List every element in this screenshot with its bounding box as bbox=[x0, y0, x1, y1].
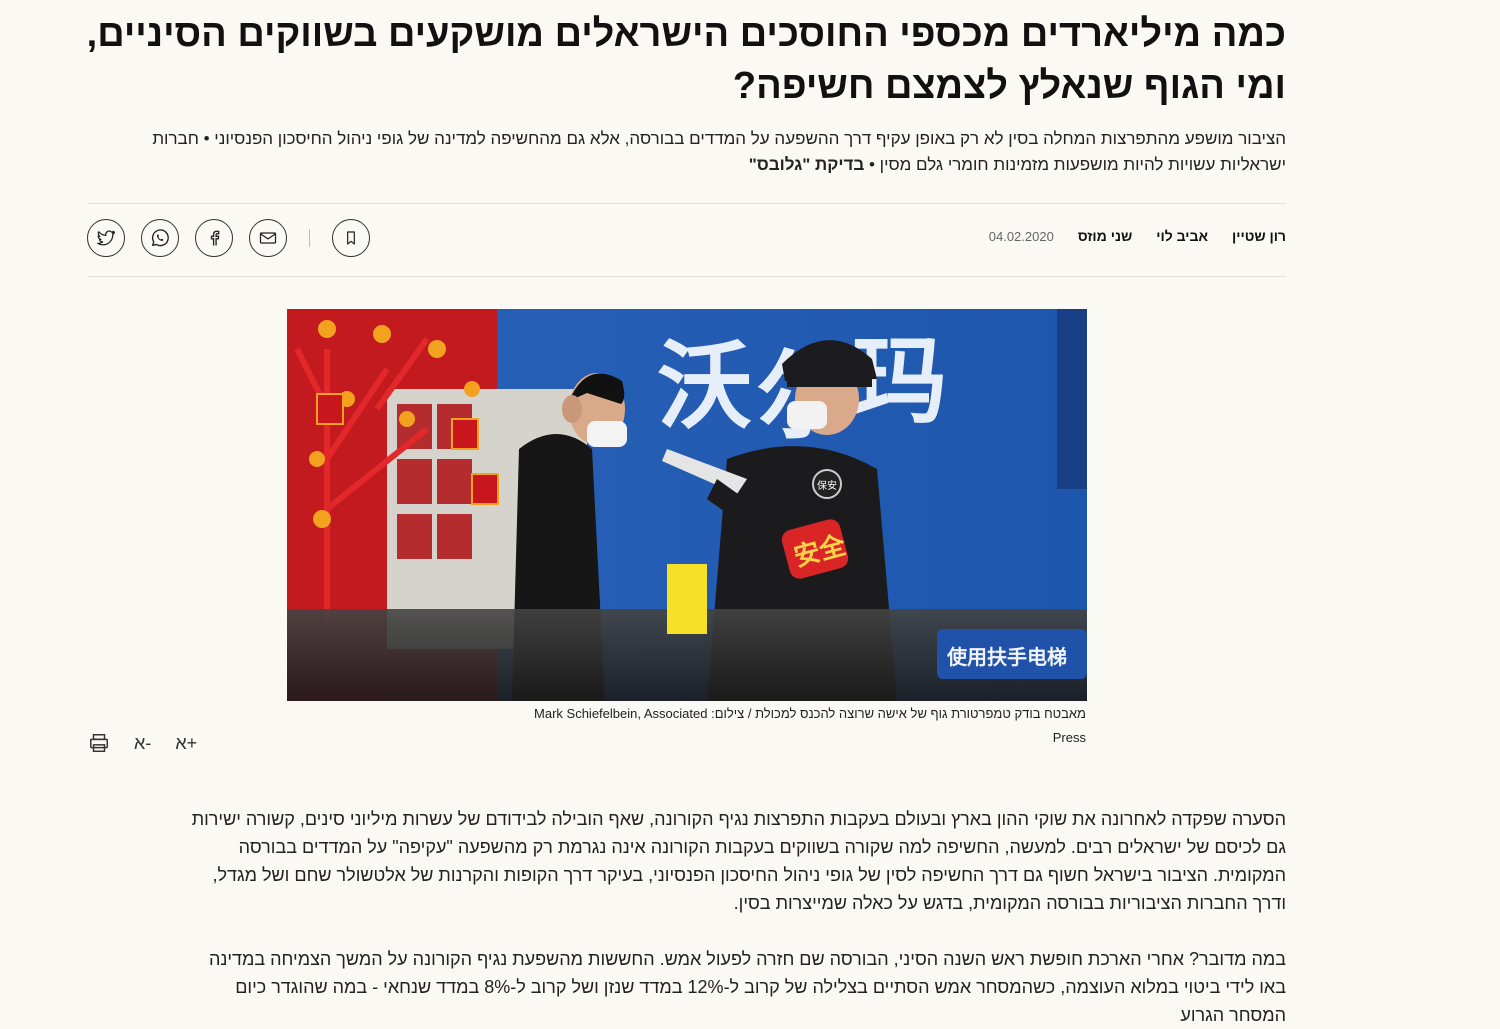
font-increase-button[interactable]: א+ bbox=[175, 733, 197, 754]
article-paragraph: הסערה שפקדה לאחרונה את שוקי ההון בארץ וב… bbox=[191, 809, 1286, 913]
author-link[interactable]: רון שטיין bbox=[1232, 228, 1286, 244]
divider-top bbox=[87, 203, 1286, 204]
facebook-icon bbox=[210, 230, 220, 246]
article-tools: א- א+ bbox=[88, 732, 197, 754]
author-link[interactable]: שני מוזס bbox=[1078, 228, 1132, 244]
print-button[interactable] bbox=[88, 732, 110, 754]
subtitle-text: הציבור מושפע מהתפרצות המחלה בסין לא רק ב… bbox=[152, 129, 1286, 174]
article-photo: 沃 尔 玛 安全 保安 使用扶手电梯 bbox=[287, 309, 1087, 701]
print-icon bbox=[90, 734, 108, 752]
save-article-button[interactable] bbox=[332, 219, 370, 257]
twitter-icon bbox=[97, 230, 116, 246]
twitter-share-button[interactable] bbox=[87, 219, 125, 257]
headline-line-2: ומי הגוף שנאלץ לצמצם חשיפה? bbox=[732, 65, 1286, 107]
article-headline: כמה מיליארדים מכספי החוסכים הישראלים מוש… bbox=[86, 8, 1286, 112]
font-decrease-button[interactable]: א- bbox=[134, 733, 151, 754]
whatsapp-share-button[interactable] bbox=[141, 219, 179, 257]
share-separator bbox=[309, 229, 310, 247]
bookmark-icon bbox=[347, 231, 355, 245]
headline-line-1: כמה מיליארדים מכספי החוסכים הישראלים מוש… bbox=[86, 13, 1286, 55]
divider-bottom bbox=[87, 276, 1286, 277]
author-link[interactable]: אביב לוי bbox=[1156, 228, 1208, 244]
photo-caption: מאבטח בודק טמפרטורת גוף של אישה שרוצה לה… bbox=[534, 706, 1086, 745]
guard-badge-text: 保安 bbox=[817, 479, 837, 492]
publish-date: 04.02.2020 bbox=[988, 228, 1054, 244]
photo-image: 沃 尔 玛 安全 保安 使用扶手电梯 bbox=[287, 309, 1087, 701]
whatsapp-icon bbox=[151, 229, 169, 247]
subtitle-source: בדיקת "גלובס" bbox=[748, 155, 865, 174]
escalator-sign-text: 使用扶手电梯 bbox=[946, 645, 1067, 669]
facebook-share-button[interactable] bbox=[195, 219, 233, 257]
mail-icon bbox=[259, 232, 277, 244]
article-paragraph: במה מדובר? אחרי הארכת חופשת ראש השנה הסי… bbox=[208, 949, 1286, 1025]
byline: רון שטיין אביב לוי שני מוזס 04.02.2020 bbox=[989, 228, 1286, 244]
store-sign-char-1: 沃 bbox=[657, 332, 752, 442]
mail-share-button[interactable] bbox=[249, 219, 287, 257]
article-subtitle: הציבור מושפע מהתפרצות המחלה בסין לא רק ב… bbox=[96, 126, 1286, 178]
share-bar bbox=[87, 219, 370, 257]
